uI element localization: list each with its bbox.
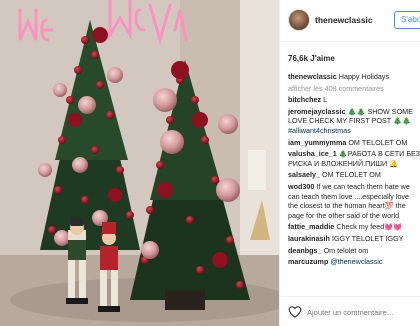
comment-username[interactable]: jeromejayclassic	[288, 107, 346, 116]
comment-text: Check my feed💓💓	[336, 222, 403, 232]
caption: thenewclassic Happy Holidays	[288, 72, 420, 82]
follow-button[interactable]: S'abo	[394, 11, 420, 29]
comment-item: laurakinasih IGGY TELOLET IGGY	[288, 234, 420, 244]
add-comment-bar	[280, 296, 420, 326]
comment-username[interactable]: wod300	[288, 182, 314, 191]
comment-text: L	[323, 95, 328, 105]
mention-link[interactable]: @thenewclassic	[330, 257, 382, 266]
comment-text: OM TELOLET OM	[321, 170, 381, 180]
view-all-comments-link[interactable]: afficher les 408 commentaires	[288, 84, 420, 94]
comment-username[interactable]: iam_yummymma	[288, 138, 346, 147]
comment-item: marcuzump @thenewclassic	[288, 257, 420, 267]
comment-item: iam_yummymma ОМ TELOLET OM	[288, 138, 420, 148]
comment-item: valusha_ice_1 🎄РАБОТА В СЕТИ БЕЗ РИСКА И…	[288, 149, 420, 168]
post-details-panel: thenewclassic S'abo 76,6k J'aime thenewc…	[279, 0, 420, 326]
likes-count[interactable]: 76,6k J'aime	[288, 54, 335, 63]
christmas-trees-image	[0, 0, 279, 326]
caption-text: Happy Holidays	[338, 72, 390, 81]
comment-username[interactable]: fattie_maddie	[288, 222, 334, 231]
comment-item: wod300 If we can teach them hate we can …	[288, 182, 420, 220]
comment-username[interactable]: marcuzump	[288, 257, 328, 266]
comment-text: ОМ TELOLET OM	[348, 137, 408, 147]
caption-username[interactable]: thenewclassic	[288, 72, 337, 81]
comment-item: bitchchez L	[288, 95, 420, 105]
comment-item: fattie_maddie Check my feed💓💓	[288, 222, 420, 232]
hashtag-link[interactable]: #alliwant4christmas	[288, 126, 351, 135]
heart-icon[interactable]	[288, 305, 302, 319]
comments-list: thenewclassic Happy Holidays afficher le…	[288, 72, 420, 269]
comment-item: jeromejayclassic 🎄🎄 SHOW SOME LOVE CHECK…	[288, 107, 420, 136]
comment-item: deanbgs_ Om telolet om	[288, 246, 420, 256]
comment-text: Om telolet om	[323, 245, 369, 255]
post-author-username[interactable]: thenewclassic	[315, 15, 373, 25]
post-header: thenewclassic S'abo	[280, 0, 420, 42]
comment-username[interactable]: deanbgs_	[288, 246, 322, 255]
avatar[interactable]	[288, 9, 310, 31]
comment-username[interactable]: bitchchez	[288, 95, 321, 104]
comment-username[interactable]: salsaely_	[288, 170, 320, 179]
comment-text: IGGY TELOLET IGGY	[331, 233, 404, 243]
comment-username[interactable]: valusha_ice_1	[288, 149, 337, 158]
add-comment-input[interactable]	[307, 304, 419, 320]
comment-item: salsaely_ OM TELOLET OM	[288, 170, 420, 180]
post-photo[interactable]	[0, 0, 279, 326]
comment-username[interactable]: laurakinasih	[288, 234, 330, 243]
